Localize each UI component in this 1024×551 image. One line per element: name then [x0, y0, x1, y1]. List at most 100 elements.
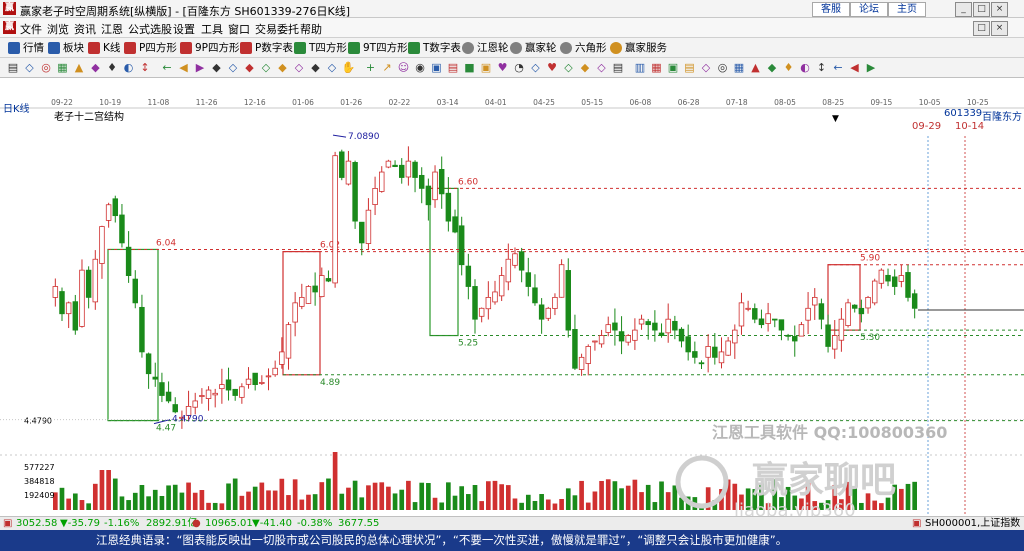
volume-bar [212, 502, 218, 510]
sz-index-value[interactable]: 10965.01 [205, 517, 253, 530]
candle-body [225, 379, 232, 391]
toolbar-9p-square[interactable]: 9P四方形 [180, 41, 240, 55]
gann-wheel-icon [462, 42, 474, 54]
draw-tool-icon[interactable]: ← [160, 61, 174, 75]
toolbar-gann-wheel[interactable]: 江恩轮 [462, 41, 509, 55]
hexagon-icon [560, 42, 572, 54]
draw-tool-icon[interactable]: ◇ [23, 61, 37, 75]
menu-gann[interactable]: 江恩 [101, 21, 123, 37]
volume-bar [359, 497, 365, 510]
draw-tool-icon[interactable]: ▤ [446, 61, 460, 75]
menu-help[interactable]: 帮助 [300, 21, 322, 37]
draw-tool-icon[interactable]: ◆ [578, 61, 592, 75]
close-icon[interactable]: × [991, 2, 1008, 17]
draw-tool-icon[interactable]: + [364, 61, 378, 75]
right-index-label[interactable]: SH000001,上证指数 [925, 517, 1020, 530]
candle-body [265, 375, 272, 378]
candle-body [59, 291, 65, 315]
toolbar-winner-wheel[interactable]: 赢家轮 [510, 41, 557, 55]
kline-chart[interactable]: 09-22 10-19 11-08 11-26 12-16 01-06 01-26 02-22… [0, 78, 1024, 521]
service-link[interactable]: 客服 [812, 2, 850, 17]
draw-tool-icon[interactable]: ◇ [292, 61, 306, 75]
draw-tool-icon[interactable]: ▤ [6, 61, 20, 75]
draw-tool-icon[interactable]: ▦ [56, 61, 70, 75]
draw-tool-icon[interactable]: ▣ [430, 61, 444, 75]
toolbar-9t-square[interactable]: 9T四方形 [348, 41, 408, 55]
menu-window[interactable]: 窗口 [228, 21, 250, 37]
draw-tool-icon[interactable]: ▦ [650, 61, 664, 75]
draw-tool-icon[interactable]: ◐ [798, 61, 812, 75]
toolbar-p-table[interactable]: P数字表 [240, 41, 293, 55]
draw-tool-icon[interactable]: ■ [463, 61, 477, 75]
toolbar-t-table[interactable]: T数字表 [408, 41, 461, 55]
toolbar-t-square[interactable]: T四方形 [294, 41, 347, 55]
draw-tool-icon[interactable]: ▲ [72, 61, 86, 75]
draw-tool-icon[interactable]: ◔ [512, 61, 526, 75]
draw-tool-icon[interactable]: ◇ [325, 61, 339, 75]
toolbar-kline[interactable]: K线 [88, 41, 120, 55]
toolbar-hexagon[interactable]: 六角形 [560, 41, 607, 55]
draw-tool-icon[interactable]: ◇ [595, 61, 609, 75]
child-close-icon[interactable]: × [991, 21, 1008, 36]
draw-tool-icon[interactable]: ▤ [683, 61, 697, 75]
draw-tool-icon[interactable]: ◇ [226, 61, 240, 75]
draw-tool-icon[interactable]: ↗ [380, 61, 394, 75]
draw-tool-icon[interactable]: ◐ [122, 61, 136, 75]
chart-area[interactable]: 09-22 10-19 11-08 11-26 12-16 01-06 01-26 02-22… [0, 78, 1024, 521]
menu-trade[interactable]: 交易委托 [255, 21, 299, 37]
draw-tool-icon[interactable]: ◆ [89, 61, 103, 75]
draw-tool-icon[interactable]: ▤ [611, 61, 625, 75]
draw-tool-icon[interactable]: ▲ [749, 61, 763, 75]
draw-tool-icon[interactable]: ☺ [397, 61, 411, 75]
toolbar-service[interactable]: 赢家服务 [610, 41, 667, 55]
draw-tool-icon[interactable]: ♥ [545, 61, 559, 75]
menu-tools[interactable]: 工具 [201, 21, 223, 37]
sh-index-value[interactable]: 3052.58 [16, 517, 57, 530]
draw-tool-icon[interactable]: ◆ [276, 61, 290, 75]
draw-tool-icon[interactable]: ◆ [765, 61, 779, 75]
draw-tool-icon[interactable]: ↕ [815, 61, 829, 75]
child-maximize-icon[interactable]: □ [973, 21, 990, 36]
draw-tool-icon[interactable]: ◆ [243, 61, 257, 75]
menu-formula[interactable]: 公式选股 [128, 21, 172, 37]
dropdown-arrow-icon[interactable]: ▼ [832, 114, 839, 124]
candle-body [652, 322, 658, 331]
volume-bar [539, 494, 544, 510]
toolbar-p-square[interactable]: P四方形 [124, 41, 177, 55]
minimize-icon[interactable]: _ [955, 2, 972, 17]
draw-tool-icon[interactable]: ◆ [309, 61, 323, 75]
draw-tool-icon[interactable]: ◇ [699, 61, 713, 75]
draw-tool-icon[interactable]: ✋ [342, 61, 356, 75]
draw-tool-icon[interactable]: ▶ [193, 61, 207, 75]
maximize-icon[interactable]: □ [973, 2, 990, 17]
draw-tool-icon[interactable]: ◉ [413, 61, 427, 75]
draw-tool-icon[interactable]: ◇ [562, 61, 576, 75]
menu-file[interactable]: 文件 [20, 21, 42, 37]
draw-tool-icon[interactable]: ◆ [210, 61, 224, 75]
draw-tool-icon[interactable]: ◀ [177, 61, 191, 75]
draw-tool-icon[interactable]: ← [831, 61, 845, 75]
stock-code: 601339 [944, 108, 983, 119]
draw-tool-icon[interactable]: ◎ [716, 61, 730, 75]
draw-tool-icon[interactable]: ▥ [633, 61, 647, 75]
menu-settings[interactable]: 设置 [173, 21, 195, 37]
toolbar-sector[interactable]: 板块 [48, 41, 84, 55]
draw-tool-icon[interactable]: ♥ [496, 61, 510, 75]
draw-tool-icon[interactable]: ◀ [848, 61, 862, 75]
home-link[interactable]: 主页 [888, 2, 926, 17]
draw-tool-icon[interactable]: ↕ [138, 61, 152, 75]
forum-link[interactable]: 论坛 [850, 2, 888, 17]
draw-tool-icon[interactable]: ▣ [666, 61, 680, 75]
draw-tool-icon[interactable]: ▶ [864, 61, 878, 75]
draw-tool-icon[interactable]: ◎ [39, 61, 53, 75]
menu-info[interactable]: 资讯 [74, 21, 96, 37]
draw-tool-icon[interactable]: ◇ [529, 61, 543, 75]
draw-tool-icon[interactable]: ▦ [732, 61, 746, 75]
menu-browse[interactable]: 浏览 [47, 21, 69, 37]
draw-tool-icon[interactable]: ♦ [105, 61, 119, 75]
draw-tool-icon[interactable]: ◇ [259, 61, 273, 75]
toolbar-quote[interactable]: 行情 [8, 41, 44, 55]
draw-tool-icon[interactable]: ♦ [782, 61, 796, 75]
draw-tool-icon[interactable]: ▣ [479, 61, 493, 75]
candle-body [718, 351, 725, 364]
